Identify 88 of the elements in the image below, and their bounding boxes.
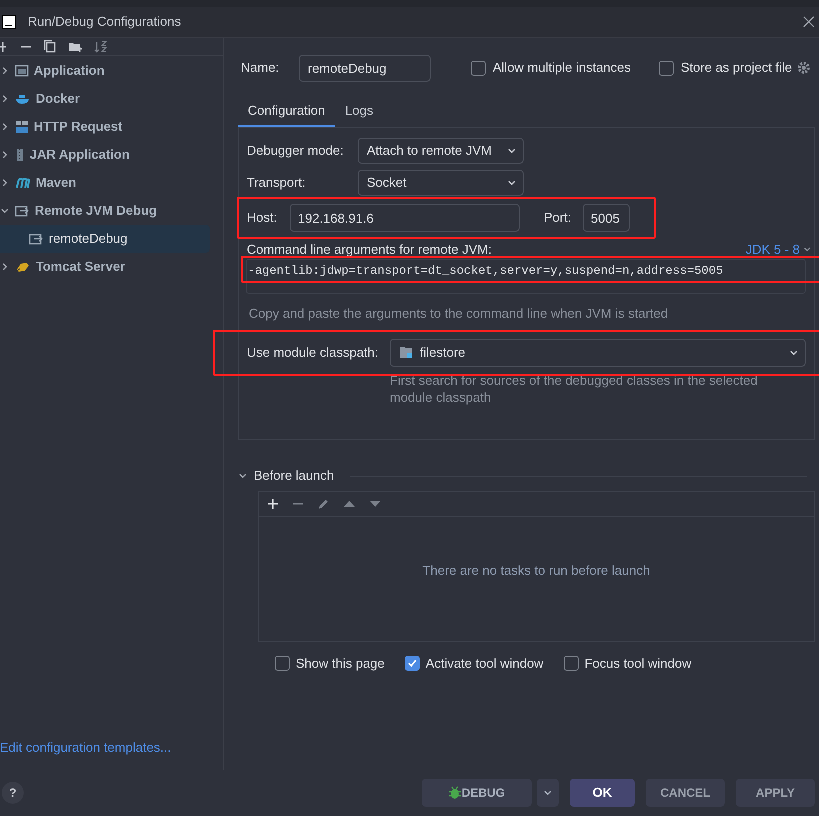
field-label: Host:	[247, 209, 278, 228]
chevron-icon[interactable]	[0, 262, 10, 272]
chevron-icon[interactable]	[0, 178, 10, 188]
checkbox[interactable]	[564, 656, 579, 672]
checkbox-label: Store as project file	[681, 59, 792, 78]
section-title[interactable]: Before launch	[254, 466, 334, 486]
collapse-icon[interactable]	[238, 471, 248, 481]
app-logo-icon	[2, 15, 16, 29]
tree-item[interactable]: Application	[0, 57, 210, 85]
hint-text: First search for sources of the debugged classes in the selected module classpath	[390, 372, 759, 406]
checkbox-label: Focus tool window	[584, 655, 692, 673]
tree-item[interactable]: Docker	[0, 85, 210, 113]
transport-select[interactable]: Socket	[358, 170, 524, 196]
tree-label: Application	[34, 62, 105, 80]
tab[interactable]: Logs	[335, 97, 384, 127]
settings-icon[interactable]	[797, 61, 812, 75]
empty-state-text: There are no tasks to run before launch	[422, 562, 650, 580]
tree-item[interactable]: Tomcat Server	[0, 253, 210, 281]
whale-icon	[15, 92, 31, 106]
add-icon[interactable]	[0, 40, 8, 52]
checkbox-label: Activate tool window	[426, 655, 544, 673]
chevron-icon	[507, 146, 517, 156]
name-label: Name:	[241, 59, 280, 78]
chevron-icon[interactable]	[0, 66, 10, 76]
arguments-field[interactable]: -agentlib:jdwp=transport=dt_socket,server=y,suspend=n,address=5005	[246, 259, 806, 294]
tree-label: Maven	[36, 174, 76, 192]
debug-button[interactable]: DEBUG	[422, 779, 532, 807]
checkbox-label: Show this page	[296, 655, 385, 673]
api-icon	[15, 120, 29, 134]
dialog-button[interactable]: APPLY	[736, 779, 815, 807]
chevron-icon	[543, 788, 553, 798]
checkbox[interactable]	[275, 656, 290, 672]
move-up-icon[interactable]	[343, 500, 356, 508]
tree-label: remoteDebug	[49, 230, 128, 248]
folder-add-icon[interactable]	[68, 40, 82, 52]
tab[interactable]: Configuration	[238, 97, 336, 127]
check-icon	[406, 658, 418, 670]
zipper-icon	[15, 148, 25, 162]
window-title: Run/Debug Configurations	[28, 13, 182, 32]
m-logo-icon	[15, 176, 31, 190]
field-label: Use module classpath:	[247, 344, 380, 362]
tree-label: Tomcat Server	[36, 258, 126, 276]
copy-icon[interactable]	[44, 40, 56, 53]
module-select[interactable]: filestore	[390, 338, 806, 366]
field-label: Port:	[544, 209, 572, 228]
field-label: Command line arguments for remote JVM:	[247, 240, 492, 259]
chevron-icon	[507, 178, 517, 188]
tree-item[interactable]: Maven	[0, 169, 210, 197]
port-field[interactable]: 5005	[583, 204, 630, 232]
tree-item[interactable]: JAR Application	[0, 141, 210, 169]
tree-item[interactable]: HTTP Request	[0, 113, 210, 141]
remote-debug-icon	[29, 232, 44, 246]
chevron-icon[interactable]	[0, 122, 10, 132]
chevron-icon[interactable]	[0, 150, 10, 160]
pencil-icon[interactable]	[317, 498, 330, 510]
remote-debug-icon	[15, 204, 30, 218]
tree-label: HTTP Request	[34, 118, 123, 136]
ok-button[interactable]: OK	[570, 779, 635, 807]
host-field[interactable]: 192.168.91.6	[290, 204, 520, 232]
checkbox[interactable]	[659, 60, 674, 76]
module-folder-icon	[399, 346, 414, 359]
bug-icon	[448, 786, 461, 800]
field-label: Transport:	[247, 174, 307, 192]
sort-icon[interactable]	[94, 40, 108, 52]
templates-link[interactable]: Edit configuration templates...	[0, 740, 172, 755]
hint-text: Copy and paste the arguments to the command line when JVM is started	[249, 305, 670, 323]
checkbox-label: Allow multiple instances	[493, 59, 632, 78]
tree-item[interactable]: Remote JVM Debug	[0, 197, 210, 225]
tree-label: Docker	[36, 90, 80, 108]
tree-label: Remote JVM Debug	[35, 202, 158, 220]
tree-item[interactable]: remoteDebug	[0, 225, 210, 253]
window-icon	[15, 64, 29, 78]
add-icon[interactable]	[267, 498, 279, 510]
checkbox[interactable]	[471, 60, 486, 76]
move-down-icon[interactable]	[369, 500, 382, 508]
tree-label: JAR Application	[30, 146, 130, 164]
jdk-version-select[interactable]: JDK 5 - 8	[746, 240, 812, 260]
debugger-mode-select[interactable]: Attach to remote JVM	[358, 138, 524, 164]
chevron-icon[interactable]	[0, 206, 10, 216]
chevron-icon	[803, 245, 812, 254]
dialog-button[interactable]: CANCEL	[646, 779, 725, 807]
close-icon[interactable]	[803, 16, 815, 28]
name-field[interactable]: remoteDebug	[299, 54, 431, 82]
cat-icon	[15, 260, 31, 274]
field-label: Debugger mode:	[247, 142, 345, 160]
help-button[interactable]: ?	[2, 782, 24, 804]
chevron-icon[interactable]	[0, 94, 10, 104]
checkbox[interactable]	[404, 656, 420, 672]
